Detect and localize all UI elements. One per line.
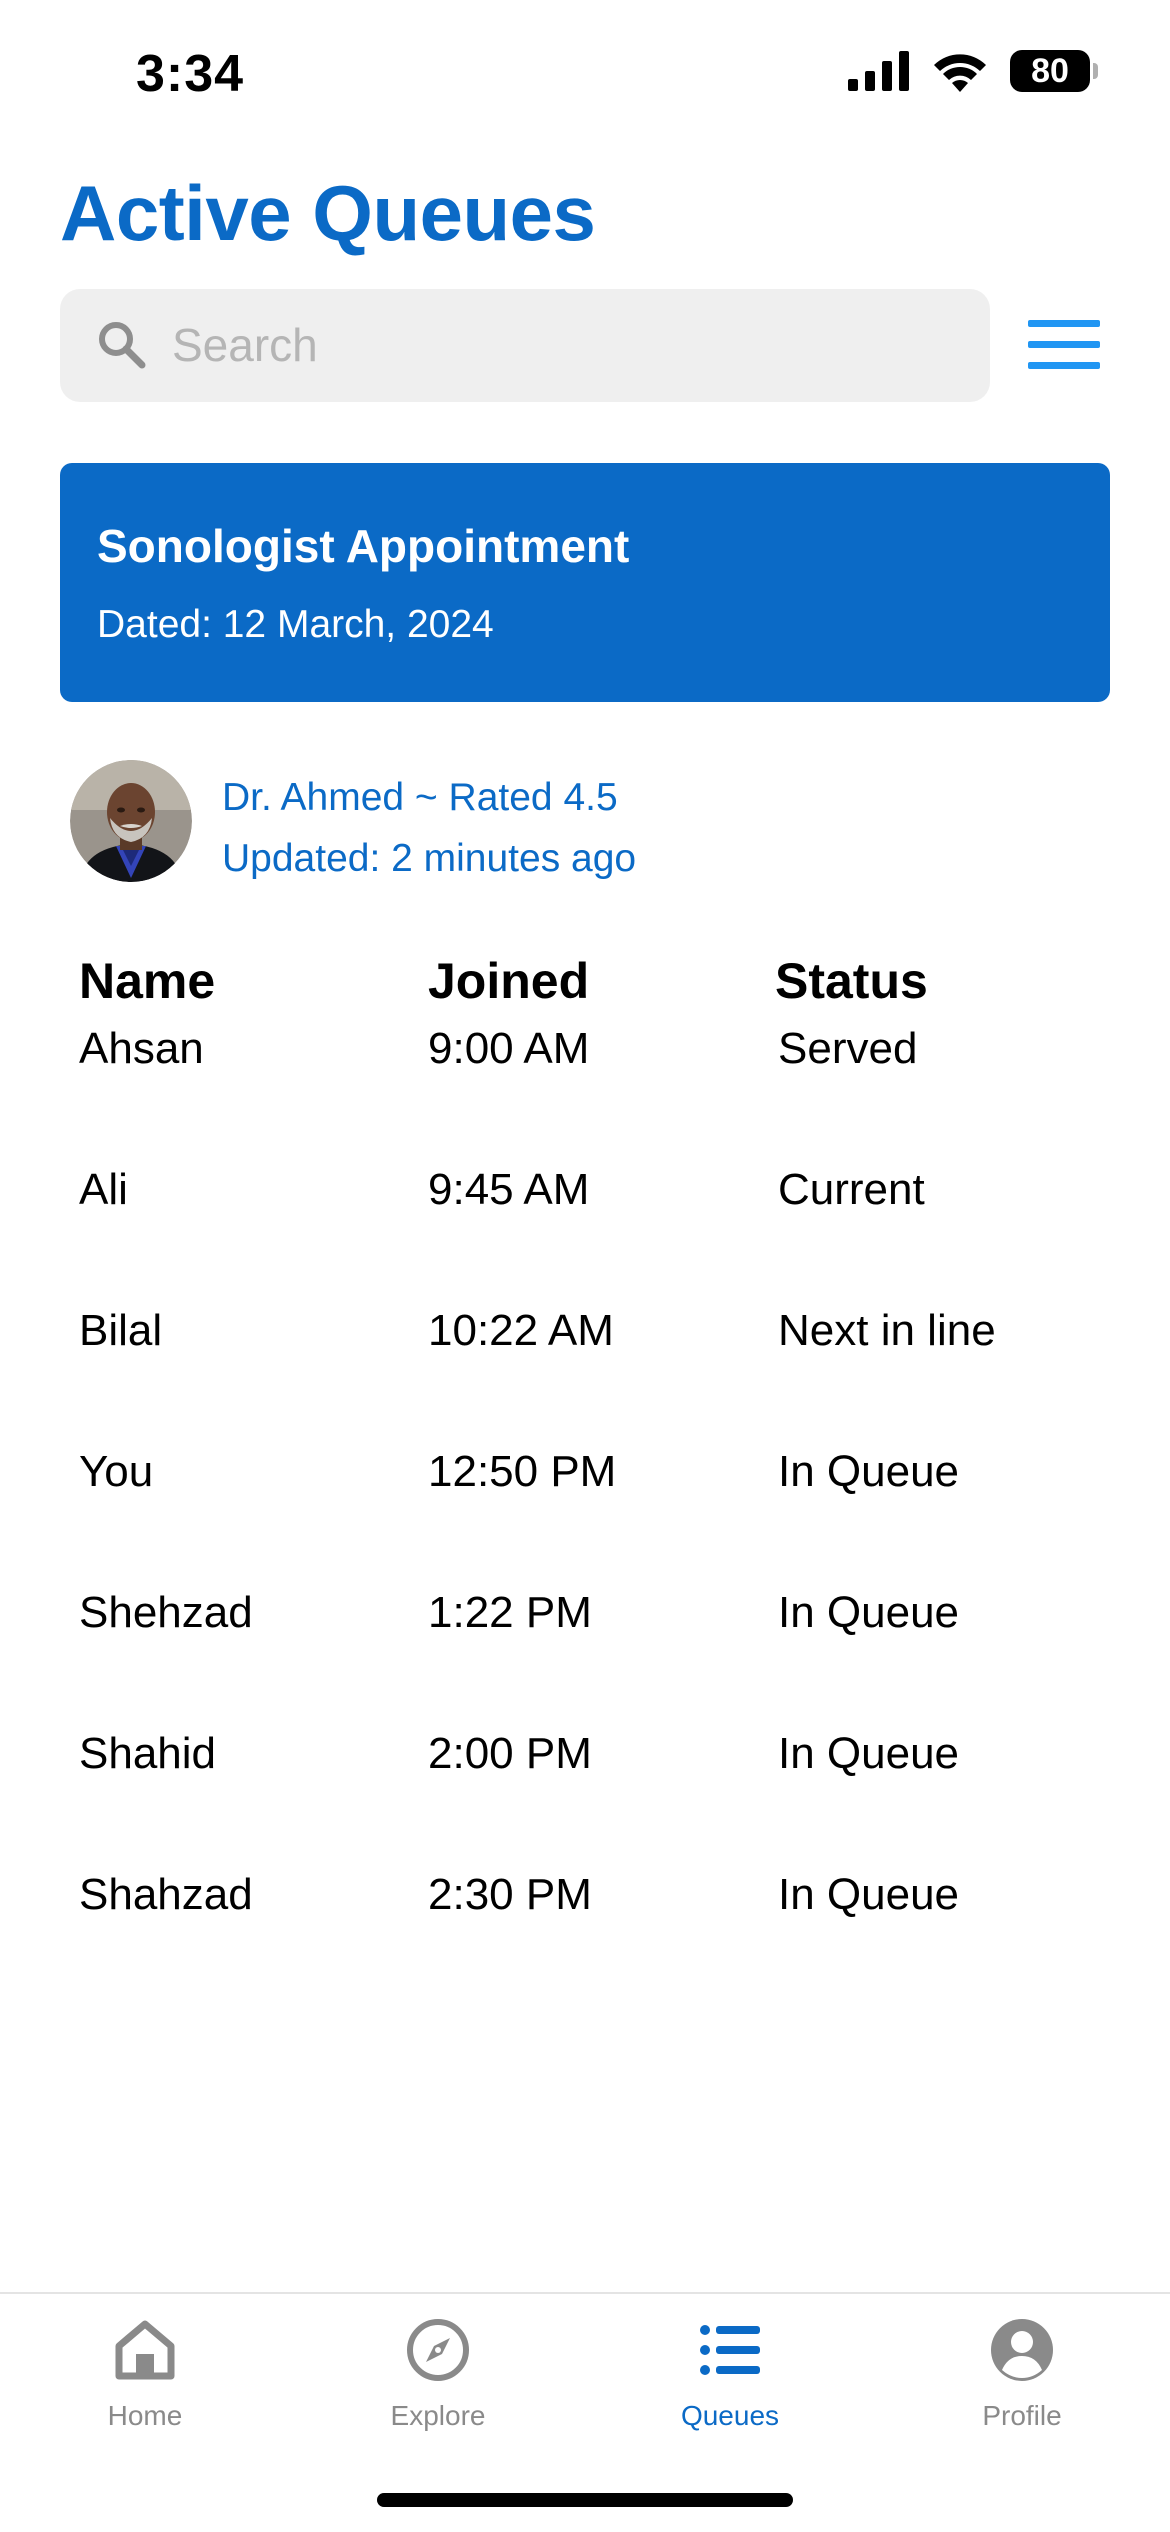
cell-status: Served — [778, 1024, 918, 1073]
cell-name: Ali — [79, 1165, 128, 1214]
cell-joined: 12:50 PM — [428, 1447, 617, 1496]
cell-status: Next in line — [778, 1306, 996, 1355]
search-input[interactable] — [172, 309, 952, 381]
status-time: 3:34 — [136, 45, 245, 103]
table-row: You 12:50 PM In Queue — [79, 1447, 1089, 1588]
column-header-joined: Joined — [428, 953, 590, 1009]
cell-name: Shehzad — [79, 1588, 253, 1637]
column-header-name: Name — [79, 953, 216, 1009]
cell-joined: 9:00 AM — [428, 1024, 590, 1073]
tab-home-label: Home — [107, 2400, 183, 2431]
appointment-card[interactable]: Sonologist Appointment Dated: 12 March, … — [60, 463, 1110, 702]
tab-profile[interactable]: Profile — [922, 2316, 1122, 2466]
table-row: Bilal 10:22 AM Next in line — [79, 1306, 1089, 1447]
tab-explore[interactable]: Explore — [338, 2316, 538, 2466]
cell-joined: 9:45 AM — [428, 1165, 590, 1214]
hamburger-menu-icon[interactable] — [1028, 318, 1100, 372]
cell-status: Current — [778, 1165, 925, 1214]
tab-queues[interactable]: Queues — [630, 2316, 830, 2466]
page-title: Active Queues — [60, 169, 596, 257]
compass-icon — [407, 2319, 469, 2381]
cell-name: Shahzad — [79, 1870, 253, 1919]
cell-joined: 2:30 PM — [428, 1870, 592, 1919]
table-header: Name Joined Status — [79, 952, 1089, 1024]
appointment-date: Dated: 12 March, 2024 — [97, 603, 494, 646]
search-bar[interactable] — [60, 289, 990, 402]
status-bar: 3:34 80 — [0, 0, 1170, 150]
list-icon — [700, 2325, 760, 2375]
battery-icon: 80 — [1010, 50, 1098, 92]
table-row: Shahid 2:00 PM In Queue — [79, 1729, 1089, 1870]
cell-status: In Queue — [778, 1447, 960, 1496]
profile-icon — [991, 2319, 1053, 2381]
cell-status: In Queue — [778, 1729, 960, 1778]
doctor-avatar — [70, 760, 192, 882]
signal-icon — [848, 51, 909, 91]
tab-home[interactable]: Home — [45, 2316, 245, 2466]
cell-joined: 10:22 AM — [428, 1306, 614, 1355]
cell-name: Shahid — [79, 1729, 217, 1778]
home-icon — [115, 2320, 175, 2380]
updated-time: Updated: 2 minutes ago — [222, 837, 637, 880]
doctor-info[interactable]: Dr. Ahmed ~ Rated 4.5 — [222, 776, 618, 820]
appointment-title: Sonologist Appointment — [97, 520, 630, 572]
tab-queues-label: Queues — [680, 2400, 780, 2431]
cell-status: In Queue — [778, 1588, 960, 1637]
table-row: Ahsan 9:00 AM Served — [79, 1024, 1089, 1165]
tab-explore-label: Explore — [390, 2400, 486, 2431]
cell-name: Bilal — [79, 1306, 163, 1355]
table-row: Ali 9:45 AM Current — [79, 1165, 1089, 1306]
table-row: Shahzad 2:30 PM In Queue — [79, 1870, 1089, 2011]
cell-name: Ahsan — [79, 1024, 204, 1073]
queue-table: Name Joined Status Ahsan 9:00 AM Served … — [79, 952, 1089, 2011]
table-row: Shehzad 1:22 PM In Queue — [79, 1588, 1089, 1729]
cell-joined: 1:22 PM — [428, 1588, 592, 1637]
search-icon — [99, 322, 146, 369]
wifi-icon — [934, 54, 986, 92]
status-icons: 80 — [848, 50, 1098, 92]
cell-status: In Queue — [778, 1870, 960, 1919]
cell-name: You — [79, 1447, 154, 1496]
tab-profile-label: Profile — [982, 2400, 1062, 2431]
battery-level: 80 — [1031, 51, 1069, 90]
cell-joined: 2:00 PM — [428, 1729, 592, 1778]
home-indicator[interactable] — [377, 2493, 793, 2507]
column-header-status: Status — [775, 953, 928, 1009]
